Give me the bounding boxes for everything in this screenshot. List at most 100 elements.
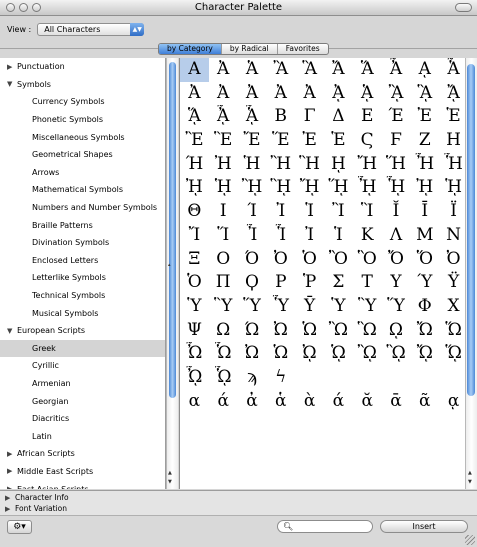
character-cell[interactable]: ῼ (382, 319, 411, 343)
character-cell[interactable]: Ῥ (295, 271, 324, 295)
character-cell[interactable]: Ἳ (353, 200, 382, 224)
character-cell[interactable]: Ἴ (180, 224, 209, 248)
character-cell[interactable]: Ὣ (353, 319, 382, 343)
grid-scroll-thumb[interactable] (467, 64, 475, 396)
action-menu-button[interactable]: ⚙▾ (7, 520, 32, 534)
character-cell[interactable]: ᾮ (180, 366, 209, 390)
character-cell[interactable]: Ὦ (180, 342, 209, 366)
tree-item[interactable]: ▼ Symbols (0, 76, 165, 94)
character-cell[interactable]: ᾜ (295, 176, 324, 200)
character-cell[interactable]: Η (439, 129, 467, 153)
tree-scroll-thumb[interactable] (169, 62, 176, 398)
character-cell[interactable]: ᾎ (209, 105, 238, 129)
character-cell[interactable]: Ἧ (439, 153, 467, 177)
character-cell[interactable]: ᾘ (410, 176, 439, 200)
tree-item[interactable]: ▶ Middle East Scripts (0, 463, 165, 481)
tree-item[interactable]: ▶East Asian Scripts (0, 480, 165, 489)
tree-item[interactable]: Musical Symbols (0, 304, 165, 322)
character-cell[interactable]: Ὕ (382, 295, 411, 319)
character-cell[interactable]: Ἆ (382, 58, 411, 82)
character-cell[interactable]: Ξ (180, 248, 209, 272)
insert-button[interactable]: Insert (380, 520, 468, 533)
character-cell[interactable]: Ἀ (180, 82, 209, 106)
character-cell[interactable]: ᾝ (324, 176, 353, 200)
character-cell[interactable]: ᾈ (324, 82, 353, 106)
character-cell[interactable]: Ζ (410, 129, 439, 153)
character-cell[interactable]: Ἵ (209, 224, 238, 248)
character-cell[interactable]: Ἀ (209, 82, 238, 106)
character-cell[interactable]: ᾌ (439, 82, 467, 106)
character-cell[interactable]: ῌ (324, 153, 353, 177)
tree-item[interactable]: Currency Symbols (0, 93, 165, 111)
tree-item[interactable]: Greek (0, 339, 165, 358)
tree-item[interactable]: Technical Symbols (0, 287, 165, 305)
character-cell[interactable]: ϟ (266, 366, 295, 390)
character-cell[interactable]: Ὡ (266, 342, 295, 366)
character-cell[interactable]: ἀ (238, 390, 267, 414)
character-cell[interactable] (410, 366, 439, 390)
character-cell[interactable]: Ὕ (238, 295, 267, 319)
character-cell[interactable]: Ἲ (324, 200, 353, 224)
character-cell[interactable]: ᾋ (410, 82, 439, 106)
tree-item[interactable]: Enclosed Letters (0, 252, 165, 270)
tree-item[interactable]: Georgian (0, 392, 165, 410)
character-cell[interactable]: Ἰ (295, 224, 324, 248)
character-cell[interactable]: Ἂ (266, 58, 295, 82)
tree-item[interactable]: Letterlike Symbols (0, 269, 165, 287)
character-cell[interactable]: Ἐ (295, 129, 324, 153)
character-cell[interactable]: ᾙ (209, 176, 238, 200)
tree-scroll-handle-icon[interactable]: ▴ (168, 262, 171, 268)
character-cell[interactable]: Χ (439, 295, 467, 319)
character-cell[interactable]: Ὑ (180, 295, 209, 319)
character-cell[interactable]: Ὀ (439, 248, 467, 272)
character-cell[interactable]: Ἄ (324, 58, 353, 82)
character-cell[interactable]: ᾛ (266, 176, 295, 200)
character-cell[interactable]: Ἱ (295, 200, 324, 224)
zoom-window-button[interactable] (32, 3, 41, 12)
character-cell[interactable]: Ϛ (353, 129, 382, 153)
character-cell[interactable]: ᾚ (238, 176, 267, 200)
disclosure-closed-icon[interactable]: ▶ (7, 485, 17, 489)
character-cell[interactable]: Ϊ (439, 200, 467, 224)
character-cell[interactable]: Ὃ (353, 248, 382, 272)
character-cell[interactable]: Ἕ (266, 129, 295, 153)
character-info-disclosure[interactable]: ▶ Character Info (5, 493, 477, 504)
character-cell[interactable]: Ὓ (353, 295, 382, 319)
toolbar-toggle-button[interactable] (455, 3, 472, 12)
character-cell[interactable]: Ἣ (295, 153, 324, 177)
character-cell[interactable] (382, 366, 411, 390)
character-cell[interactable]: Ὑ (324, 295, 353, 319)
tree-item[interactable]: Cyrillic (0, 357, 165, 375)
character-cell[interactable]: Ϙ (238, 271, 267, 295)
character-cell[interactable]: ϡ (238, 366, 267, 390)
character-cell[interactable]: Ε (353, 105, 382, 129)
character-cell[interactable]: Κ (353, 224, 382, 248)
character-cell[interactable]: ᾟ (382, 176, 411, 200)
character-cell[interactable]: Ὧ (209, 342, 238, 366)
tree-item[interactable]: Braille Patterns (0, 216, 165, 234)
character-cell[interactable]: ᾨ (295, 342, 324, 366)
character-cell[interactable]: Έ (382, 105, 411, 129)
disclosure-closed-icon[interactable]: ▶ (7, 63, 17, 71)
tree-item[interactable]: Mathematical Symbols (0, 181, 165, 199)
character-cell[interactable]: Ἑ (439, 105, 467, 129)
character-cell[interactable]: Ἇ (439, 58, 467, 82)
character-cell[interactable]: Ὓ (209, 295, 238, 319)
tree-item[interactable]: Latin (0, 427, 165, 445)
character-cell[interactable]: Ὅ (410, 248, 439, 272)
character-cell[interactable]: Ἢ (266, 153, 295, 177)
font-variation-disclosure[interactable]: ▶ Font Variation (5, 504, 477, 515)
character-cell[interactable]: ᾰ (353, 390, 382, 414)
character-cell[interactable]: Ὡ (295, 319, 324, 343)
tree-scroll-up-icon[interactable]: ▲ (168, 470, 172, 476)
close-window-button[interactable] (6, 3, 15, 12)
character-cell[interactable]: Ὂ (324, 248, 353, 272)
character-cell[interactable]: Ὁ (180, 271, 209, 295)
character-cell[interactable]: Ό (238, 248, 267, 272)
character-cell[interactable] (295, 366, 324, 390)
character-cell[interactable]: ά (324, 390, 353, 414)
character-cell[interactable] (353, 366, 382, 390)
character-cell[interactable]: Ἒ (180, 129, 209, 153)
tree-item[interactable]: Phonetic Symbols (0, 111, 165, 129)
grid-scroll-down-icon[interactable]: ▼ (468, 479, 472, 485)
